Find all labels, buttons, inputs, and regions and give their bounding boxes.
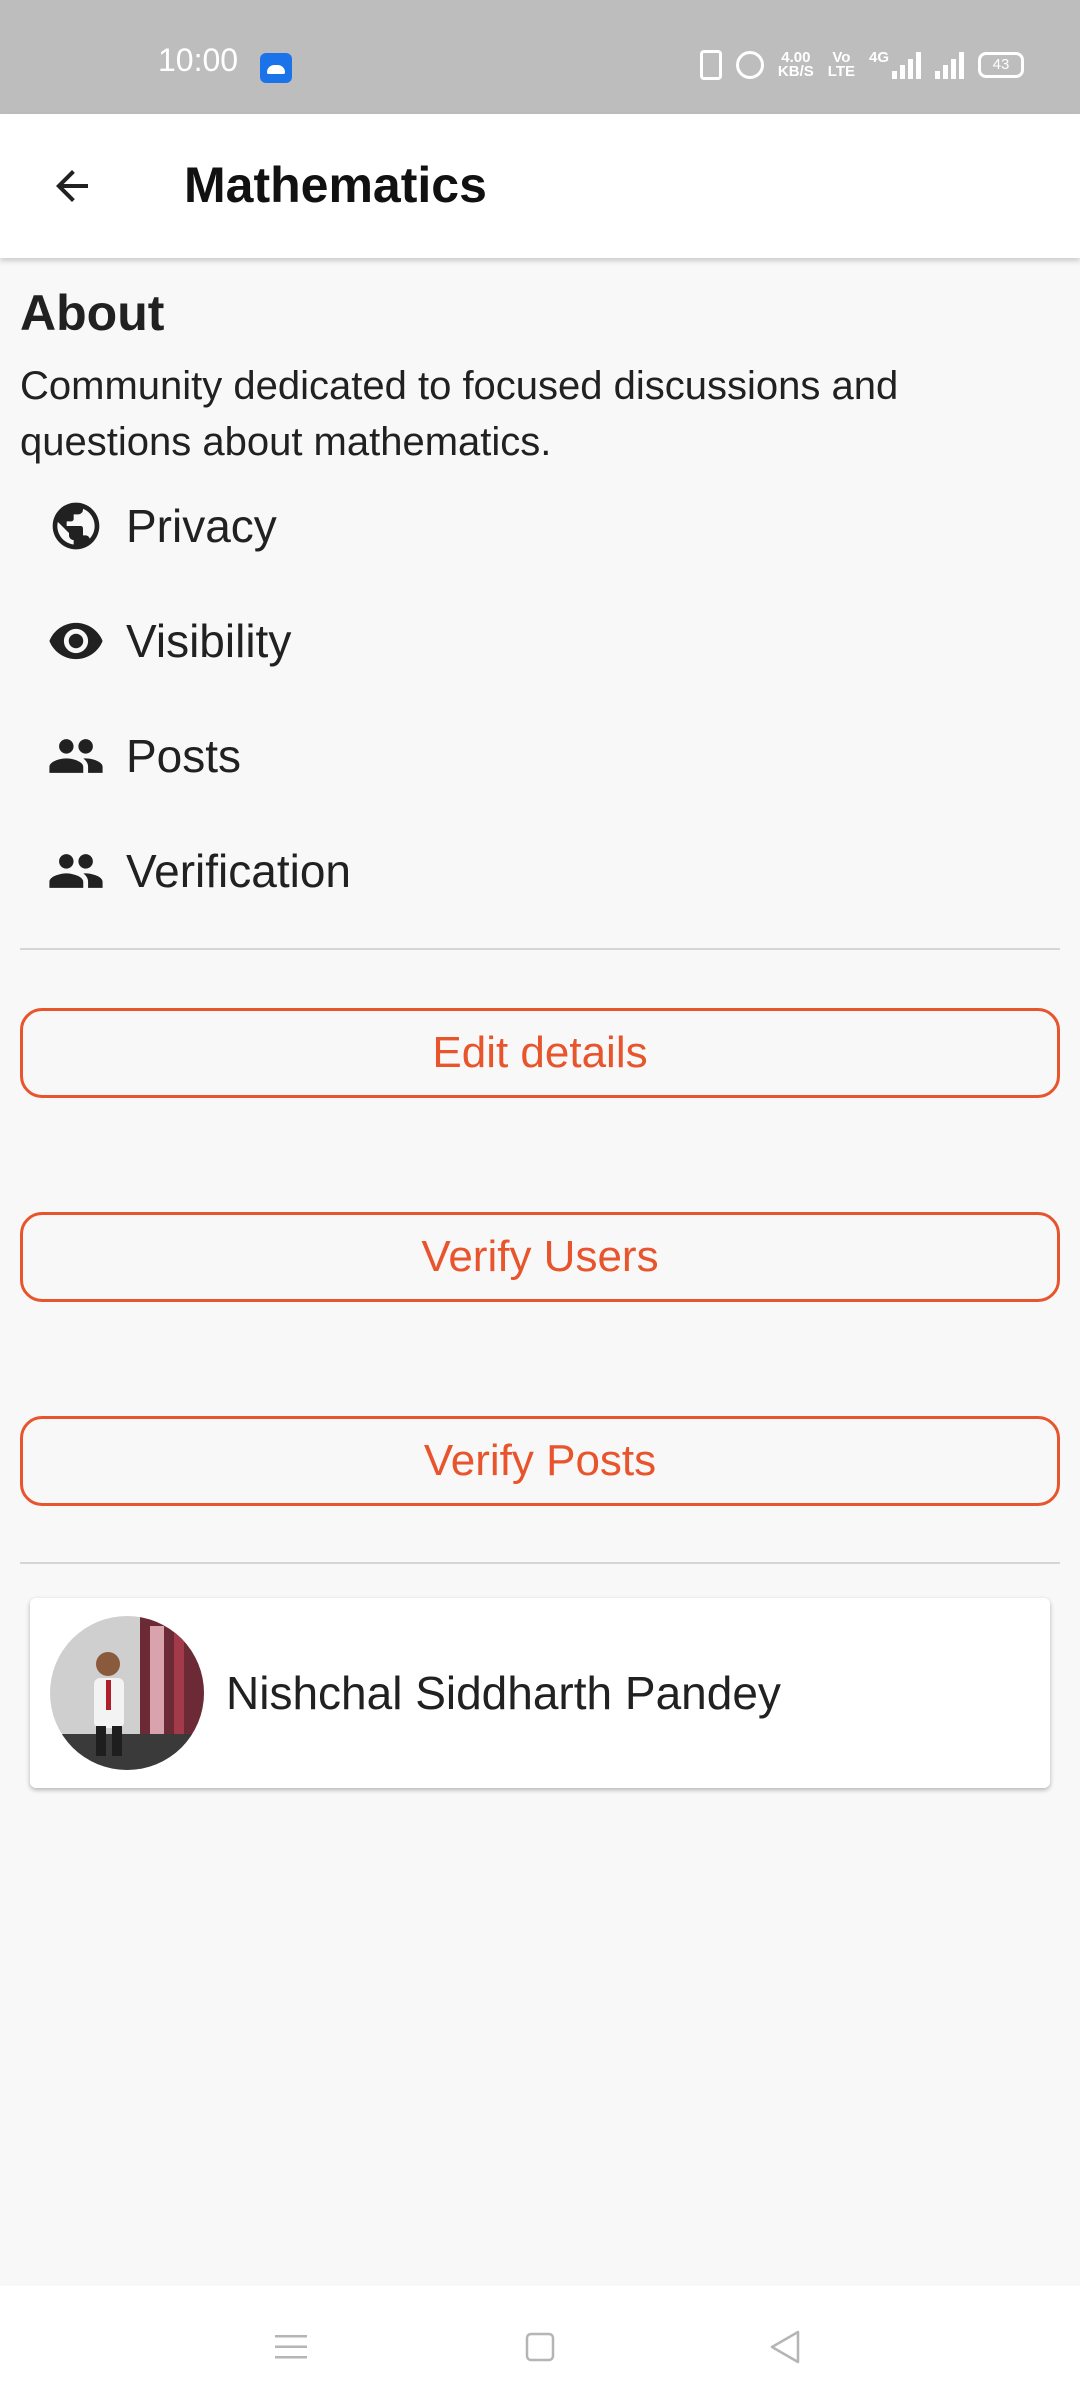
- alarm-icon: [735, 51, 764, 79]
- people-icon: [44, 724, 108, 788]
- eye-icon: [44, 609, 108, 673]
- arrow-back-icon: [56, 170, 88, 202]
- divider: [20, 1562, 1060, 1564]
- network-type: 4G: [868, 49, 889, 66]
- verify-users-button[interactable]: Verify Users: [20, 1212, 1060, 1302]
- menu-button[interactable]: [256, 2312, 326, 2382]
- net-speed: 4.00 KB/S: [777, 50, 814, 80]
- status-icons: 4.00 KB/S Vo LTE 4G 43: [699, 49, 1024, 80]
- info-item-label: Visibility: [126, 615, 292, 667]
- info-item-label: Posts: [126, 730, 242, 782]
- verify-posts-button[interactable]: Verify Posts: [20, 1416, 1060, 1506]
- home-icon: [525, 2332, 555, 2362]
- info-item-label: Privacy: [126, 500, 277, 552]
- back-nav-button[interactable]: [750, 2312, 820, 2382]
- avatar: [50, 1616, 204, 1770]
- vibrate-icon: [699, 50, 722, 80]
- info-item-posts: Posts: [44, 716, 241, 796]
- info-item-verification: Verification: [44, 831, 351, 911]
- signal-icon: 4G: [868, 49, 921, 79]
- app-bar: Mathematics: [0, 114, 1080, 258]
- back-triangle-icon: [770, 2330, 800, 2364]
- net-speed-unit: KB/S: [777, 63, 814, 80]
- globe-icon: [44, 494, 108, 558]
- about-description: Community dedicated to focused discussio…: [20, 364, 899, 464]
- system-nav-bar: [0, 2286, 1080, 2400]
- info-item-privacy: Privacy: [44, 486, 277, 566]
- divider: [20, 948, 1060, 950]
- about-heading: About: [20, 285, 165, 341]
- member-name: Nishchal Siddharth Pandey: [226, 1667, 781, 1719]
- people-icon: [44, 839, 108, 903]
- status-bar: 10:00 4.00 KB/S Vo LTE 4G 43: [0, 0, 1080, 114]
- volte-indicator: Vo LTE: [827, 50, 855, 80]
- signal-icon: [935, 51, 964, 79]
- member-card[interactable]: Nishchal Siddharth Pandey: [30, 1598, 1050, 1788]
- back-button[interactable]: [36, 150, 108, 222]
- android-app-icon: [260, 53, 292, 83]
- menu-icon: [275, 2335, 307, 2359]
- volte-bottom: LTE: [827, 63, 855, 80]
- home-button[interactable]: [505, 2312, 575, 2382]
- edit-details-button[interactable]: Edit details: [20, 1008, 1060, 1098]
- page-title: Mathematics: [184, 157, 487, 213]
- status-time: 10:00: [158, 42, 239, 78]
- battery-icon: 43: [978, 52, 1024, 78]
- info-item-label: Verification: [126, 845, 352, 897]
- info-item-visibility: Visibility: [44, 601, 291, 681]
